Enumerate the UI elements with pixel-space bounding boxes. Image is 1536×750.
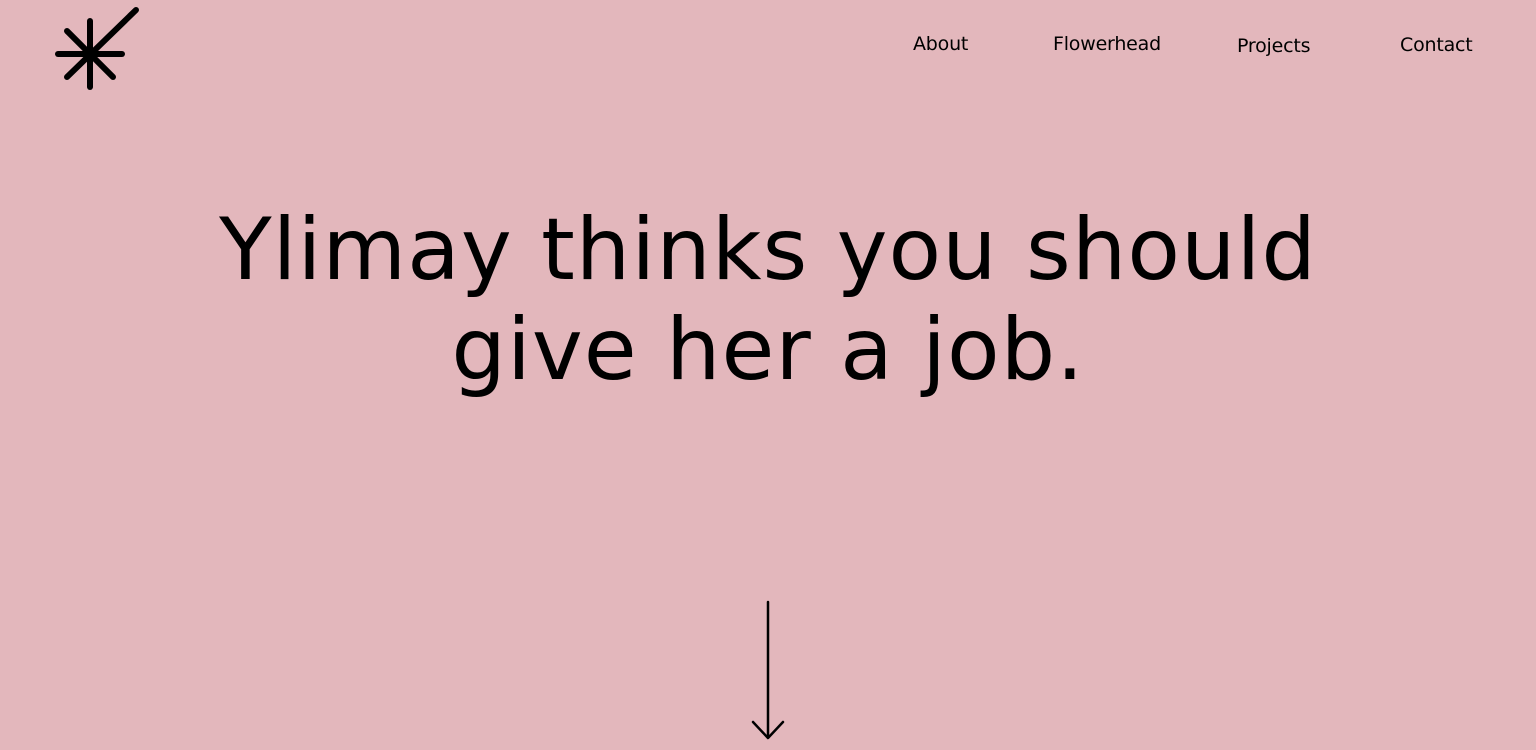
hero-line-2: give her a job. — [451, 300, 1085, 400]
nav-about[interactable]: About — [913, 31, 968, 57]
logo-link[interactable] — [52, 6, 142, 94]
arrow-down-icon — [751, 600, 785, 740]
hero-heading: Ylimay thinks you should give her a job. — [168, 200, 1368, 400]
asterisk-star-icon — [55, 7, 139, 90]
scroll-down-button[interactable] — [748, 598, 788, 743]
nav-contact[interactable]: Contact — [1400, 32, 1473, 58]
page: About Flowerhead Projects Contact Ylimay… — [0, 0, 1536, 750]
nav-projects[interactable]: Projects — [1237, 33, 1311, 59]
hero-line-1: Ylimay thinks you should — [219, 200, 1317, 300]
nav-flowerhead[interactable]: Flowerhead — [1053, 31, 1161, 57]
